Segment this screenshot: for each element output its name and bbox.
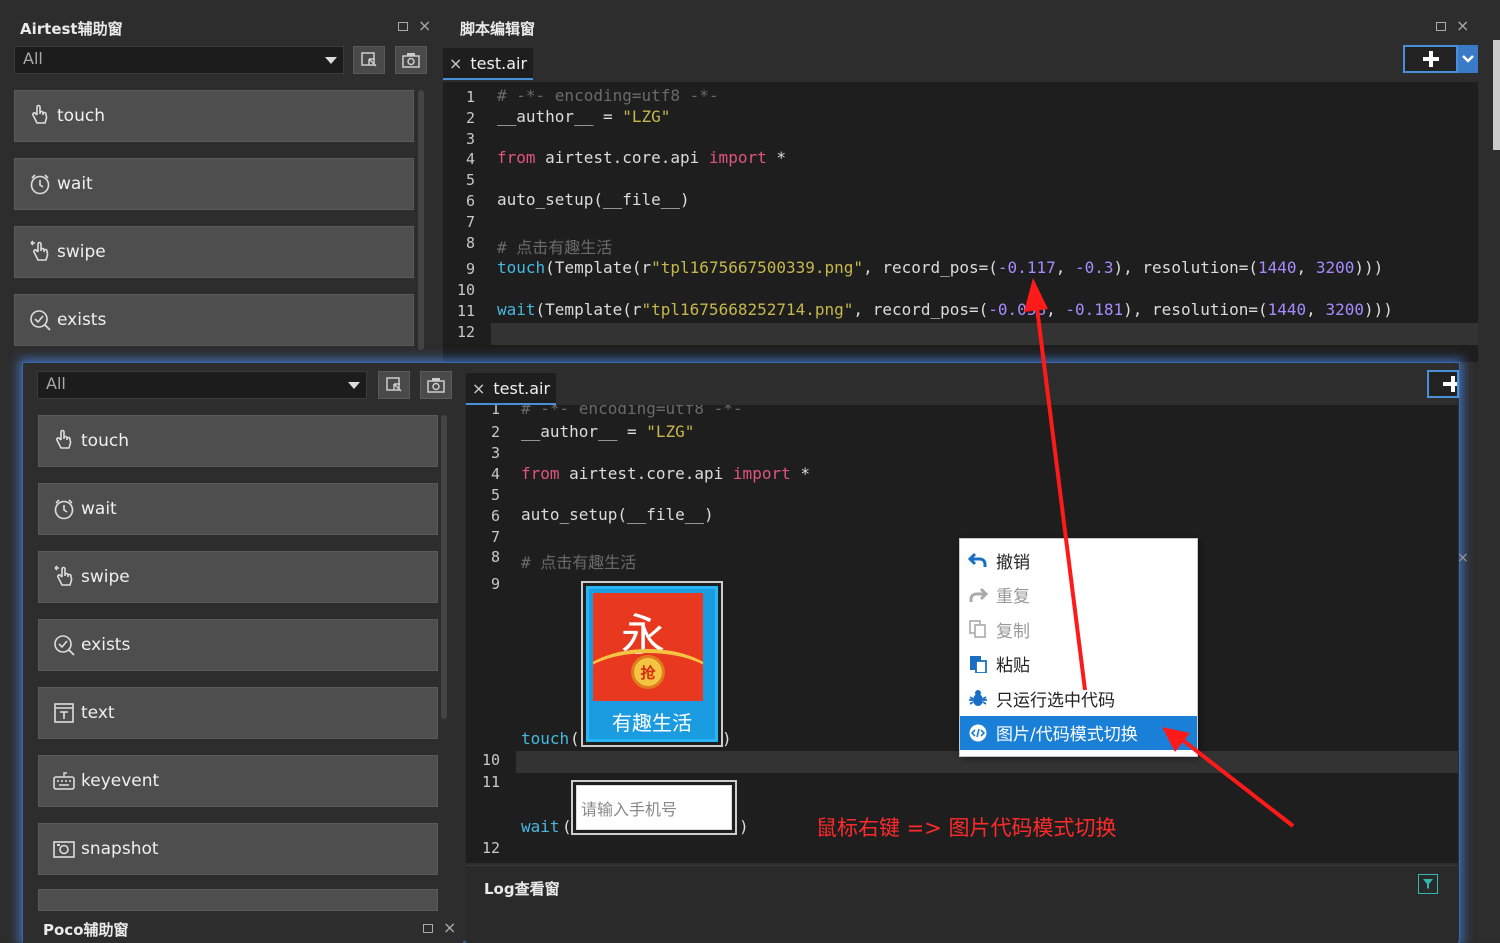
arrow-line-menu bbox=[1178, 736, 1295, 828]
annotation-arrows bbox=[1024, 278, 1295, 828]
arrow-head-up bbox=[1024, 278, 1048, 312]
arrow-line-up bbox=[1034, 299, 1087, 691]
arrow-head-menu bbox=[1162, 727, 1190, 752]
